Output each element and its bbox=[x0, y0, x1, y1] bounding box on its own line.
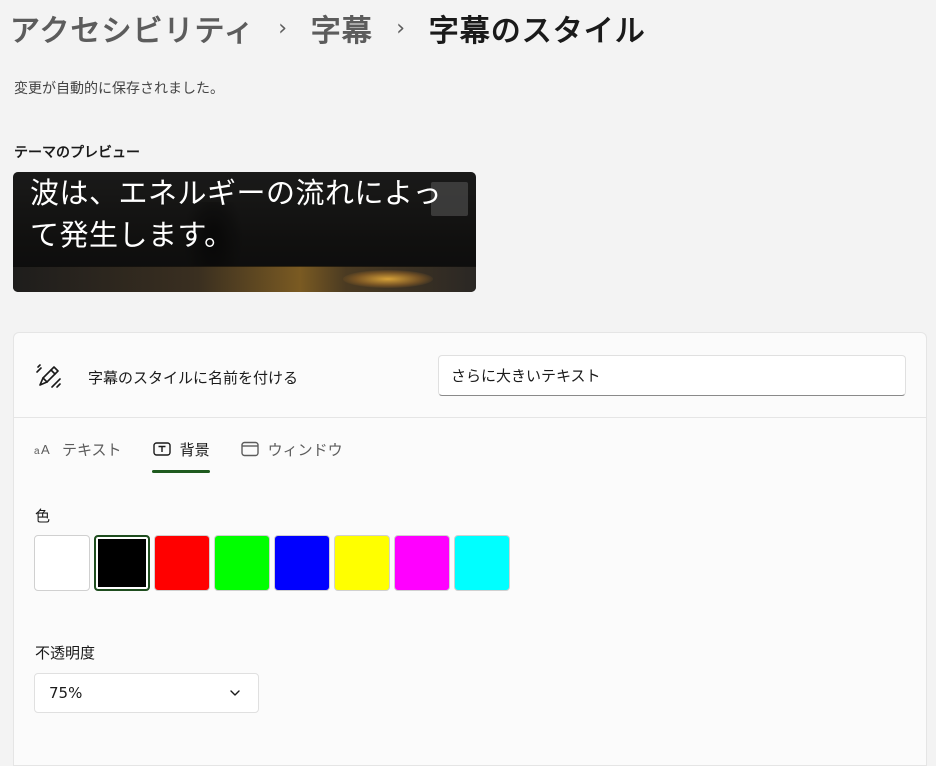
color-swatch-0[interactable] bbox=[34, 535, 90, 591]
color-swatches bbox=[34, 535, 514, 591]
style-name-row: 字幕のスタイルに名前を付ける bbox=[14, 333, 926, 418]
opacity-value: 75% bbox=[49, 684, 83, 702]
page-title: 字幕のスタイル bbox=[428, 14, 646, 49]
breadcrumb-chevron-icon: › bbox=[396, 15, 406, 41]
preview-label: テーマのプレビュー bbox=[14, 145, 140, 161]
style-tabs: a A テキスト 背景 ウィンドウ bbox=[34, 433, 373, 473]
color-swatch-4[interactable] bbox=[274, 535, 330, 591]
breadcrumb-item-captions[interactable]: 字幕 bbox=[311, 6, 373, 50]
color-swatch-3[interactable] bbox=[214, 535, 270, 591]
color-swatch-7[interactable] bbox=[454, 535, 510, 591]
tab-window[interactable]: ウィンドウ bbox=[240, 433, 343, 465]
chevron-down-icon bbox=[228, 686, 242, 700]
style-name-label: 字幕のスタイルに名前を付ける bbox=[88, 369, 299, 387]
opacity-dropdown[interactable]: 75% bbox=[34, 673, 259, 713]
pen-sparkle-icon bbox=[34, 361, 64, 391]
breadcrumb-item-accessibility[interactable]: アクセシビリティ bbox=[10, 6, 255, 50]
breadcrumb-chevron-icon: › bbox=[278, 15, 288, 41]
color-swatch-2[interactable] bbox=[154, 535, 210, 591]
tab-text[interactable]: a A テキスト bbox=[34, 433, 122, 465]
caption-style-card: 字幕のスタイルに名前を付ける a A テキスト 背景 bbox=[13, 332, 927, 766]
color-swatch-6[interactable] bbox=[394, 535, 450, 591]
preview-caption-text: 波は、エネルギーの流れによって発生します。 bbox=[30, 176, 443, 252]
opacity-label: 不透明度 bbox=[35, 644, 96, 662]
svg-text:A: A bbox=[41, 442, 50, 456]
color-swatch-5[interactable] bbox=[334, 535, 390, 591]
tab-background[interactable]: 背景 bbox=[151, 433, 210, 473]
window-icon bbox=[240, 439, 260, 459]
style-name-input[interactable] bbox=[438, 355, 906, 396]
color-label: 色 bbox=[35, 507, 51, 525]
preview-light-glow bbox=[343, 270, 433, 288]
theme-preview: 波は、エネルギーの流れによって発生します。 bbox=[13, 172, 476, 292]
tab-text-label: テキスト bbox=[62, 440, 122, 459]
color-swatch-1[interactable] bbox=[94, 535, 150, 591]
text-aa-icon: a A bbox=[34, 439, 54, 459]
tab-background-label: 背景 bbox=[179, 440, 210, 459]
text-box-icon bbox=[152, 439, 172, 459]
tab-window-label: ウィンドウ bbox=[267, 440, 343, 459]
breadcrumb: アクセシビリティ › 字幕 › 字幕のスタイル bbox=[10, 4, 646, 52]
saved-status-text: 変更が自動的に保存されました。 bbox=[14, 81, 224, 97]
svg-text:a: a bbox=[34, 446, 40, 456]
